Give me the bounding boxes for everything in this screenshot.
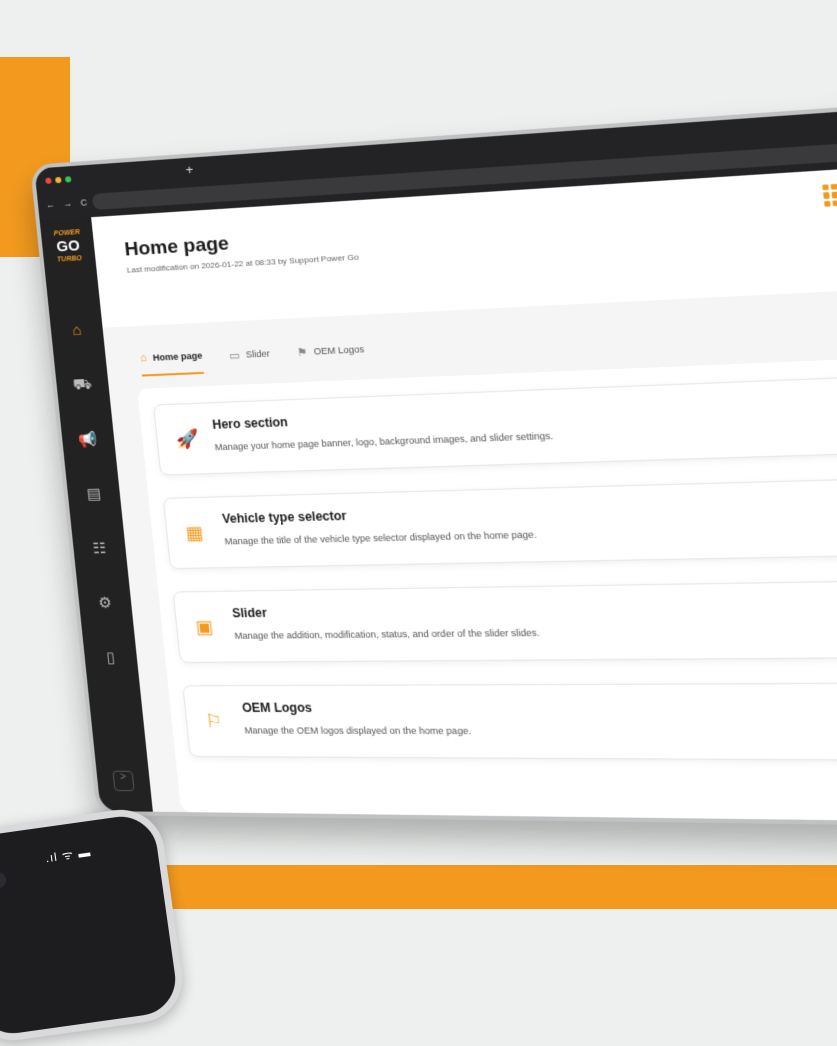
card-description: Manage the addition, modification, statu… <box>234 627 540 641</box>
orange-accent-block-bottom <box>150 865 837 909</box>
apps-grid-icon[interactable] <box>822 183 837 207</box>
window-controls[interactable] <box>45 176 72 184</box>
card-title: Slider <box>231 605 268 621</box>
browser-nav-buttons[interactable]: ← → C <box>45 197 90 210</box>
monitor-icon: ▭ <box>228 349 241 362</box>
vehicles-icon[interactable]: ⛟ <box>71 376 95 399</box>
card-hero-section[interactable]: 🚀 Hero section Manage your home page ban… <box>152 367 837 476</box>
home-icon[interactable]: ⌂ <box>65 321 89 344</box>
sections-list: 🚀 Hero section Manage your home page ban… <box>137 348 837 825</box>
home-outline-icon: ⌂ <box>139 351 148 365</box>
card-title: OEM Logos <box>241 700 313 716</box>
image-icon: ▣ <box>194 616 215 638</box>
card-description: Manage your home page banner, logo, back… <box>214 430 554 453</box>
flag-icon: ⚐ <box>204 710 224 732</box>
card-vehicle-type-selector[interactable]: ▦ Vehicle type selector Manage the title… <box>162 471 837 570</box>
megaphone-icon[interactable]: 📢 <box>76 430 100 453</box>
card-description: Manage the OEM logos displayed on the ho… <box>244 725 472 737</box>
brand-logo[interactable]: POWER GO TURBO <box>53 226 83 267</box>
camera-icon <box>0 871 8 890</box>
sidebar-collapse-button[interactable]: > <box>112 770 135 792</box>
main-content: Home page Last modification on 2026-01-2… <box>91 150 837 825</box>
grid-blocks-icon: ▦ <box>184 522 205 544</box>
users-icon[interactable]: ☷ <box>88 539 112 562</box>
tab-label: OEM Logos <box>313 343 365 357</box>
document-icon[interactable]: ▤ <box>82 484 106 507</box>
tab-home-page[interactable]: ⌂ Home page <box>138 345 205 377</box>
app: POWER GO TURBO ⌂ ⛟ 📢 ▤ ☷ ⚙ ▯ > Home page… <box>39 150 837 825</box>
tab-label: Home page <box>152 350 203 363</box>
phone-mockup: .ıl ᯤ ▬ <box>0 804 188 1046</box>
card-title: Vehicle type selector <box>221 508 348 527</box>
flag-icon: ⚑ <box>296 346 309 359</box>
tab-slider[interactable]: ▭ Slider <box>228 342 272 373</box>
tab-label: Slider <box>245 348 271 360</box>
minimize-dot-icon[interactable] <box>55 176 62 184</box>
card-oem-logos[interactable]: ⚐ OEM Logos Manage the OEM logos display… <box>182 681 837 763</box>
close-dot-icon[interactable] <box>45 177 52 184</box>
file-icon[interactable]: ▯ <box>99 648 123 670</box>
motorcycle-icon[interactable]: ⚙ <box>93 593 117 616</box>
rocket-icon: 🚀 <box>174 428 200 450</box>
maximize-dot-icon[interactable] <box>64 176 72 183</box>
card-title: Hero section <box>211 414 289 432</box>
card-description: Manage the title of the vehicle type sel… <box>224 529 537 547</box>
monitor-frame: + ← → C POWER GO TURBO ⌂ ⛟ 📢 ▤ ☷ ⚙ ▯ > H… <box>30 86 837 830</box>
tab-oem-logos[interactable]: ⚑ OEM Logos <box>296 338 366 370</box>
phone-status-bar: .ıl ᯤ ▬ <box>44 845 93 866</box>
card-slider[interactable]: ▣ Slider Manage the addition, modificati… <box>172 576 837 663</box>
new-tab-button[interactable]: + <box>185 162 194 178</box>
